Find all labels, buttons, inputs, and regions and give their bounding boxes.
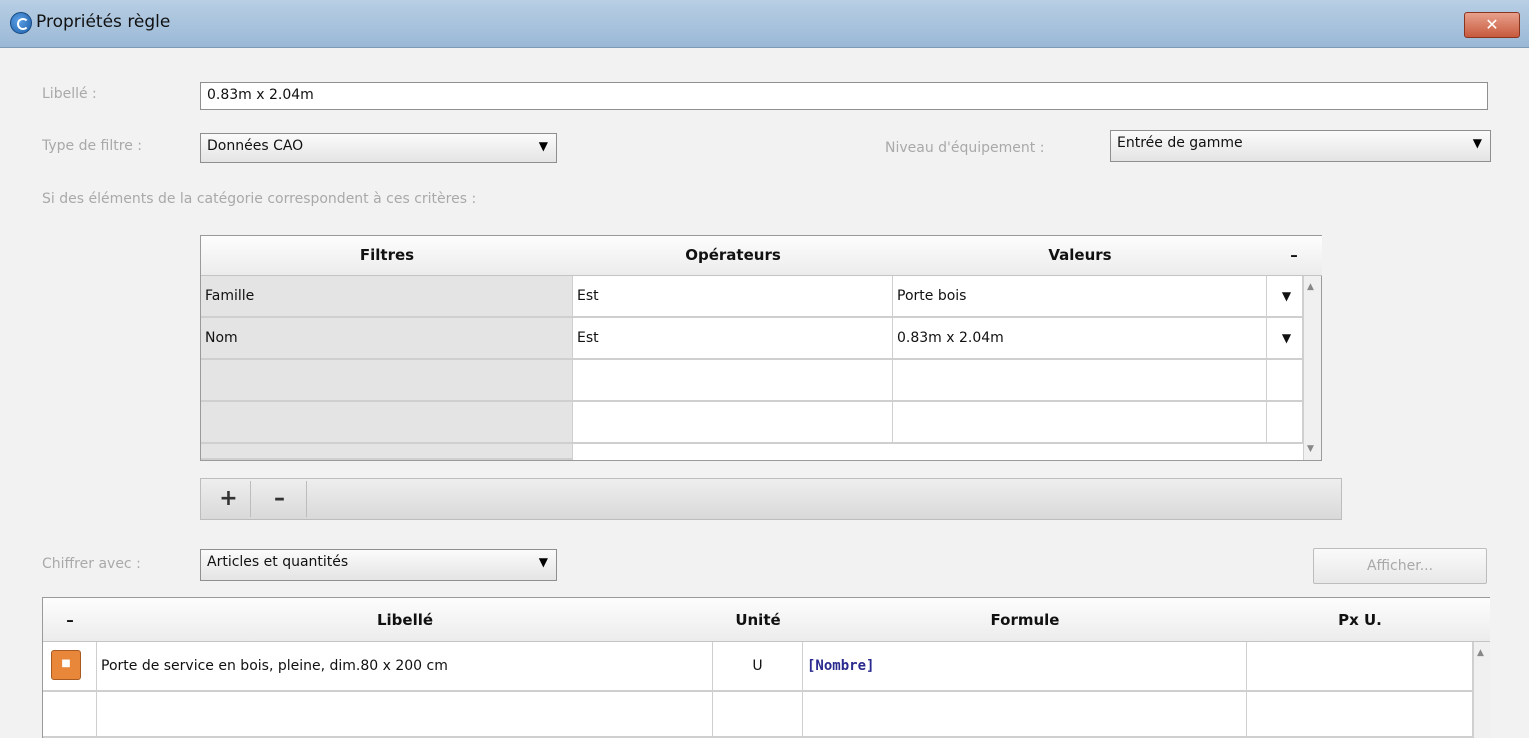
article-empty-cell[interactable] xyxy=(803,692,1247,738)
remove-filter-button[interactable]: – xyxy=(253,481,307,517)
afficher-button[interactable]: Afficher... xyxy=(1313,548,1487,584)
filter-empty-cell[interactable] xyxy=(201,444,573,460)
filter-cell-valeur[interactable]: 0.83m x 2.04m xyxy=(893,318,1267,360)
libelle-input[interactable]: 0.83m x 2.04m xyxy=(200,82,1488,110)
filter-empty-cell[interactable] xyxy=(201,360,573,402)
filter-empty-cell[interactable] xyxy=(1267,402,1303,444)
filter-empty-cell[interactable] xyxy=(893,360,1267,402)
libelle-label: Libellé : xyxy=(42,86,97,102)
header-filtres[interactable]: Filtres xyxy=(201,236,573,276)
article-px-u[interactable] xyxy=(1247,642,1473,692)
article-formule[interactable]: [Nombre] xyxy=(803,642,1247,692)
filter-empty-cell[interactable] xyxy=(893,402,1267,444)
filters-action-bar: + – xyxy=(200,478,1342,520)
niveau-value: Entrée de gamme xyxy=(1117,135,1243,151)
article-libelle[interactable]: Porte de service en bois, pleine, dim.80… xyxy=(97,642,713,692)
filter-empty-cell[interactable] xyxy=(1267,360,1303,402)
articles-collapse-button[interactable]: – xyxy=(43,598,97,642)
filter-empty-cell[interactable] xyxy=(573,402,893,444)
close-button[interactable]: ✕ xyxy=(1464,12,1520,38)
type-filtre-label: Type de filtre : xyxy=(42,138,142,154)
header-px-u[interactable]: Px U. xyxy=(1247,598,1473,642)
add-filter-button[interactable]: + xyxy=(207,481,251,517)
article-unite[interactable]: U xyxy=(713,642,803,692)
chiffrer-select[interactable]: Articles et quantités ▼ xyxy=(200,549,557,581)
chevron-down-icon[interactable]: ▼ xyxy=(1267,276,1303,318)
header-valeurs[interactable]: Valeurs xyxy=(893,236,1267,276)
filter-cell-filtre[interactable]: Nom xyxy=(201,318,573,360)
criteria-text: Si des éléments de la catégorie correspo… xyxy=(42,191,477,207)
filters-scrollbar[interactable]: ▲ ▼ xyxy=(1303,276,1321,460)
filter-empty-cell[interactable] xyxy=(573,360,893,402)
header-libelle[interactable]: Libellé xyxy=(97,598,713,642)
chevron-down-icon: ▼ xyxy=(538,139,548,153)
articles-scrollbar[interactable]: ▲ xyxy=(1473,642,1490,738)
articles-grid: – Libellé Unité Formule Px U. ■ Porte de… xyxy=(42,597,1490,738)
chevron-down-icon[interactable]: ▼ xyxy=(1267,318,1303,360)
filters-collapse-button[interactable]: – xyxy=(1267,236,1321,276)
header-unite[interactable]: Unité xyxy=(713,598,803,642)
type-filtre-select[interactable]: Données CAO ▼ xyxy=(200,133,557,163)
chiffrer-label: Chiffrer avec : xyxy=(42,556,141,572)
filter-cell-operateur[interactable]: Est xyxy=(573,276,893,318)
app-logo-icon xyxy=(10,12,32,34)
niveau-label: Niveau d'équipement : xyxy=(885,140,1045,156)
filter-empty-cell[interactable] xyxy=(201,402,573,444)
chiffrer-value: Articles et quantités xyxy=(207,554,349,570)
filter-cell-filtre[interactable]: Famille xyxy=(201,276,573,318)
filter-cell-operateur[interactable]: Est xyxy=(573,318,893,360)
article-icon: ■ xyxy=(51,650,81,680)
chevron-down-icon: ▼ xyxy=(1472,136,1482,150)
chevron-down-icon: ▼ xyxy=(538,555,548,569)
header-operateurs[interactable]: Opérateurs xyxy=(573,236,893,276)
article-empty-cell[interactable] xyxy=(1247,692,1473,738)
niveau-select[interactable]: Entrée de gamme ▼ xyxy=(1110,130,1491,162)
article-empty-cell[interactable] xyxy=(713,692,803,738)
header-formule[interactable]: Formule xyxy=(803,598,1247,642)
article-empty-cell[interactable] xyxy=(97,692,713,738)
filters-grid: Filtres Opérateurs Valeurs – Famille Est… xyxy=(200,235,1322,461)
type-filtre-value: Données CAO xyxy=(207,138,304,154)
scroll-down-icon[interactable]: ▼ xyxy=(1307,444,1314,454)
title-bar: Propriétés règle ✕ xyxy=(0,0,1529,48)
scroll-up-icon[interactable]: ▲ xyxy=(1477,648,1484,658)
article-icon-cell: ■ xyxy=(43,642,97,692)
article-empty-cell[interactable] xyxy=(43,692,97,738)
window-title: Propriétés règle xyxy=(36,12,171,32)
scroll-up-icon[interactable]: ▲ xyxy=(1307,282,1314,292)
filter-cell-valeur[interactable]: Porte bois xyxy=(893,276,1267,318)
